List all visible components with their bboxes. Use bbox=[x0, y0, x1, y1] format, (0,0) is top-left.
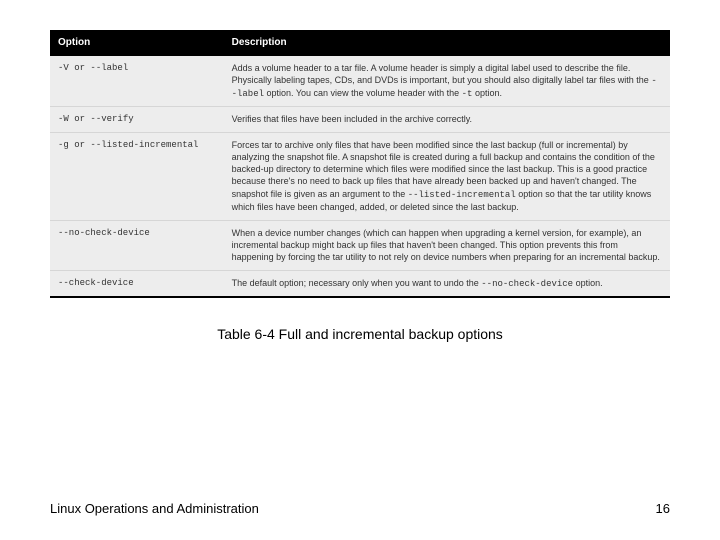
option-cell: --no-check-device bbox=[50, 220, 224, 270]
description-cell: The default option; necessary only when … bbox=[224, 271, 670, 298]
option-cell: -W or --verify bbox=[50, 106, 224, 132]
footer-title: Linux Operations and Administration bbox=[50, 501, 259, 516]
page: Option Description -V or --label Adds a … bbox=[0, 0, 720, 342]
options-table: Option Description -V or --label Adds a … bbox=[50, 30, 670, 298]
page-footer: Linux Operations and Administration 16 bbox=[50, 501, 670, 516]
table-row: --check-device The default option; neces… bbox=[50, 271, 670, 298]
table-row: -V or --label Adds a volume header to a … bbox=[50, 56, 670, 107]
table-row: -g or --listed-incremental Forces tar to… bbox=[50, 133, 670, 221]
table-caption: Table 6-4 Full and incremental backup op… bbox=[50, 326, 670, 342]
header-option: Option bbox=[50, 30, 224, 56]
description-cell: Adds a volume header to a tar file. A vo… bbox=[224, 56, 670, 107]
option-cell: --check-device bbox=[50, 271, 224, 298]
option-cell: -g or --listed-incremental bbox=[50, 133, 224, 221]
description-cell: Forces tar to archive only files that ha… bbox=[224, 133, 670, 221]
description-cell: When a device number changes (which can … bbox=[224, 220, 670, 270]
option-cell: -V or --label bbox=[50, 56, 224, 107]
table-header-row: Option Description bbox=[50, 30, 670, 56]
table-row: --no-check-device When a device number c… bbox=[50, 220, 670, 270]
description-cell: Verifies that files have been included i… bbox=[224, 106, 670, 132]
page-number: 16 bbox=[656, 501, 670, 516]
table-row: -W or --verify Verifies that files have … bbox=[50, 106, 670, 132]
header-description: Description bbox=[224, 30, 670, 56]
